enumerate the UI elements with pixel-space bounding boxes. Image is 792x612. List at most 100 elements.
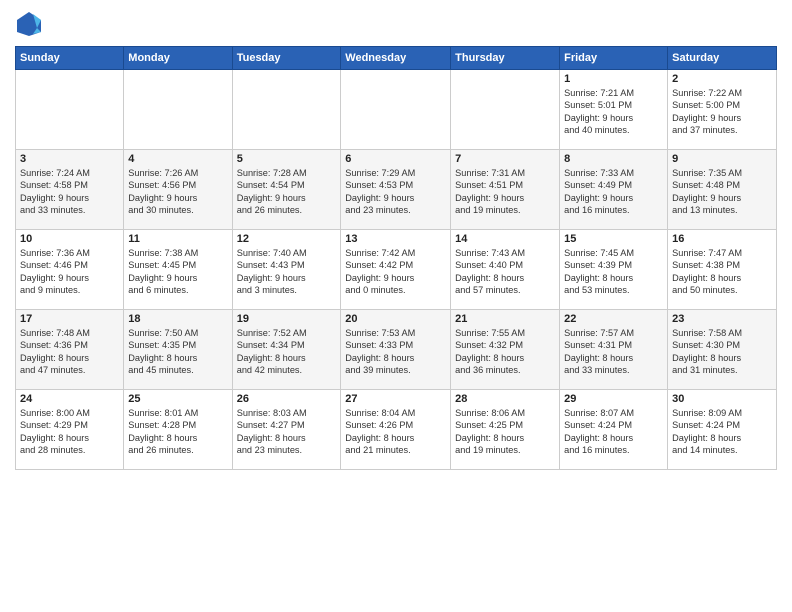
day-number: 5 <box>237 153 337 165</box>
day-cell: 1Sunrise: 7:21 AM Sunset: 5:01 PM Daylig… <box>560 70 668 150</box>
page: SundayMondayTuesdayWednesdayThursdayFrid… <box>0 0 792 612</box>
day-cell: 6 Sunrise: 7:29 AM Sunset: 4:53 PM Daylig… <box>341 150 451 230</box>
weekday-header-row: SundayMondayTuesdayWednesdayThursdayFrid… <box>16 47 777 70</box>
day-info: Sunrise: 7:43 AM Sunset: 4:40 PM Dayligh… <box>455 247 555 297</box>
day-info: Sunrise: 7:36 AM Sunset: 4:46 PM Dayligh… <box>20 247 119 297</box>
day-cell: 14 Sunrise: 7:43 AM Sunset: 4:40 PM Dayli… <box>451 230 560 310</box>
day-number: 23 <box>672 313 772 325</box>
day-info: Sunrise: 7:24 AM Sunset: 4:58 PM Dayligh… <box>20 167 119 217</box>
day-info: Sunrise: 7:26 AM Sunset: 4:56 PM Dayligh… <box>128 167 227 217</box>
day-cell: 30 Sunrise: 8:09 AM Sunset: 4:24 PM Dayli… <box>668 390 777 470</box>
weekday-header-friday: Friday <box>560 47 668 70</box>
header <box>15 10 777 38</box>
day-number: 17 <box>20 313 119 325</box>
logo-icon <box>15 10 43 38</box>
day-number: 18 <box>128 313 227 325</box>
day-info: Sunrise: 7:48 AM Sunset: 4:36 PM Dayligh… <box>20 327 119 377</box>
week-row-5: 24 Sunrise: 8:00 AM Sunset: 4:29 PM Dayli… <box>16 390 777 470</box>
day-info: Sunrise: 7:42 AM Sunset: 4:42 PM Dayligh… <box>345 247 446 297</box>
week-row-3: 10 Sunrise: 7:36 AM Sunset: 4:46 PM Dayli… <box>16 230 777 310</box>
day-cell <box>124 70 232 150</box>
day-info: Sunrise: 7:28 AM Sunset: 4:54 PM Dayligh… <box>237 167 337 217</box>
day-cell: 10 Sunrise: 7:36 AM Sunset: 4:46 PM Dayli… <box>16 230 124 310</box>
day-number: 22 <box>564 313 663 325</box>
day-cell: 23 Sunrise: 7:58 AM Sunset: 4:30 PM Dayli… <box>668 310 777 390</box>
day-info: Sunrise: 8:06 AM Sunset: 4:25 PM Dayligh… <box>455 407 555 457</box>
week-row-1: 1Sunrise: 7:21 AM Sunset: 5:01 PM Daylig… <box>16 70 777 150</box>
day-number: 15 <box>564 233 663 245</box>
day-cell: 15 Sunrise: 7:45 AM Sunset: 4:39 PM Dayli… <box>560 230 668 310</box>
day-cell: 11 Sunrise: 7:38 AM Sunset: 4:45 PM Dayli… <box>124 230 232 310</box>
day-number: 6 <box>345 153 446 165</box>
day-number: 12 <box>237 233 337 245</box>
day-info: Sunrise: 7:58 AM Sunset: 4:30 PM Dayligh… <box>672 327 772 377</box>
day-info: Sunrise: 8:03 AM Sunset: 4:27 PM Dayligh… <box>237 407 337 457</box>
day-number: 20 <box>345 313 446 325</box>
day-info: Sunrise: 7:47 AM Sunset: 4:38 PM Dayligh… <box>672 247 772 297</box>
week-row-4: 17 Sunrise: 7:48 AM Sunset: 4:36 PM Dayli… <box>16 310 777 390</box>
day-cell: 13 Sunrise: 7:42 AM Sunset: 4:42 PM Dayli… <box>341 230 451 310</box>
day-number: 28 <box>455 393 555 405</box>
day-cell: 4 Sunrise: 7:26 AM Sunset: 4:56 PM Daylig… <box>124 150 232 230</box>
day-number: 3 <box>20 153 119 165</box>
day-cell: 5 Sunrise: 7:28 AM Sunset: 4:54 PM Daylig… <box>232 150 341 230</box>
day-cell: 19Sunrise: 7:52 AM Sunset: 4:34 PM Dayli… <box>232 310 341 390</box>
day-number: 4 <box>128 153 227 165</box>
weekday-header-tuesday: Tuesday <box>232 47 341 70</box>
day-info: Sunrise: 7:33 AM Sunset: 4:49 PM Dayligh… <box>564 167 663 217</box>
day-cell: 3 Sunrise: 7:24 AM Sunset: 4:58 PM Daylig… <box>16 150 124 230</box>
day-cell: 7 Sunrise: 7:31 AM Sunset: 4:51 PM Daylig… <box>451 150 560 230</box>
day-cell: 21 Sunrise: 7:55 AM Sunset: 4:32 PM Dayli… <box>451 310 560 390</box>
day-number: 11 <box>128 233 227 245</box>
weekday-header-saturday: Saturday <box>668 47 777 70</box>
day-cell: 9 Sunrise: 7:35 AM Sunset: 4:48 PM Daylig… <box>668 150 777 230</box>
day-cell: 12 Sunrise: 7:40 AM Sunset: 4:43 PM Dayli… <box>232 230 341 310</box>
day-info: Sunrise: 7:40 AM Sunset: 4:43 PM Dayligh… <box>237 247 337 297</box>
day-cell: 25 Sunrise: 8:01 AM Sunset: 4:28 PM Dayli… <box>124 390 232 470</box>
logo <box>15 10 47 38</box>
day-number: 29 <box>564 393 663 405</box>
day-info: Sunrise: 7:52 AM Sunset: 4:34 PM Dayligh… <box>237 327 337 377</box>
day-cell: 18 Sunrise: 7:50 AM Sunset: 4:35 PM Dayli… <box>124 310 232 390</box>
day-number: 13 <box>345 233 446 245</box>
day-cell <box>16 70 124 150</box>
calendar: SundayMondayTuesdayWednesdayThursdayFrid… <box>15 46 777 470</box>
day-info: Sunrise: 7:38 AM Sunset: 4:45 PM Dayligh… <box>128 247 227 297</box>
weekday-header-sunday: Sunday <box>16 47 124 70</box>
week-row-2: 3 Sunrise: 7:24 AM Sunset: 4:58 PM Daylig… <box>16 150 777 230</box>
day-info: Sunrise: 8:04 AM Sunset: 4:26 PM Dayligh… <box>345 407 446 457</box>
day-number: 9 <box>672 153 772 165</box>
day-cell: 8 Sunrise: 7:33 AM Sunset: 4:49 PM Daylig… <box>560 150 668 230</box>
day-number: 1 <box>564 73 663 85</box>
day-number: 8 <box>564 153 663 165</box>
day-number: 10 <box>20 233 119 245</box>
day-cell: 2Sunrise: 7:22 AM Sunset: 5:00 PM Daylig… <box>668 70 777 150</box>
day-info: Sunrise: 7:35 AM Sunset: 4:48 PM Dayligh… <box>672 167 772 217</box>
day-number: 24 <box>20 393 119 405</box>
day-info: Sunrise: 7:50 AM Sunset: 4:35 PM Dayligh… <box>128 327 227 377</box>
day-info: Sunrise: 8:01 AM Sunset: 4:28 PM Dayligh… <box>128 407 227 457</box>
day-number: 26 <box>237 393 337 405</box>
day-cell <box>232 70 341 150</box>
day-cell: 27 Sunrise: 8:04 AM Sunset: 4:26 PM Dayli… <box>341 390 451 470</box>
day-info: Sunrise: 8:00 AM Sunset: 4:29 PM Dayligh… <box>20 407 119 457</box>
weekday-header-wednesday: Wednesday <box>341 47 451 70</box>
weekday-header-monday: Monday <box>124 47 232 70</box>
day-number: 30 <box>672 393 772 405</box>
day-cell: 16Sunrise: 7:47 AM Sunset: 4:38 PM Dayli… <box>668 230 777 310</box>
day-info: Sunrise: 7:31 AM Sunset: 4:51 PM Dayligh… <box>455 167 555 217</box>
day-number: 21 <box>455 313 555 325</box>
day-cell: 28 Sunrise: 8:06 AM Sunset: 4:25 PM Dayli… <box>451 390 560 470</box>
day-number: 27 <box>345 393 446 405</box>
day-cell: 24 Sunrise: 8:00 AM Sunset: 4:29 PM Dayli… <box>16 390 124 470</box>
day-number: 14 <box>455 233 555 245</box>
day-cell: 26 Sunrise: 8:03 AM Sunset: 4:27 PM Dayli… <box>232 390 341 470</box>
day-info: Sunrise: 7:45 AM Sunset: 4:39 PM Dayligh… <box>564 247 663 297</box>
day-info: Sunrise: 7:53 AM Sunset: 4:33 PM Dayligh… <box>345 327 446 377</box>
day-info: Sunrise: 7:29 AM Sunset: 4:53 PM Dayligh… <box>345 167 446 217</box>
day-info: Sunrise: 7:55 AM Sunset: 4:32 PM Dayligh… <box>455 327 555 377</box>
day-number: 7 <box>455 153 555 165</box>
day-number: 25 <box>128 393 227 405</box>
day-number: 2 <box>672 73 772 85</box>
day-info: Sunrise: 8:09 AM Sunset: 4:24 PM Dayligh… <box>672 407 772 457</box>
